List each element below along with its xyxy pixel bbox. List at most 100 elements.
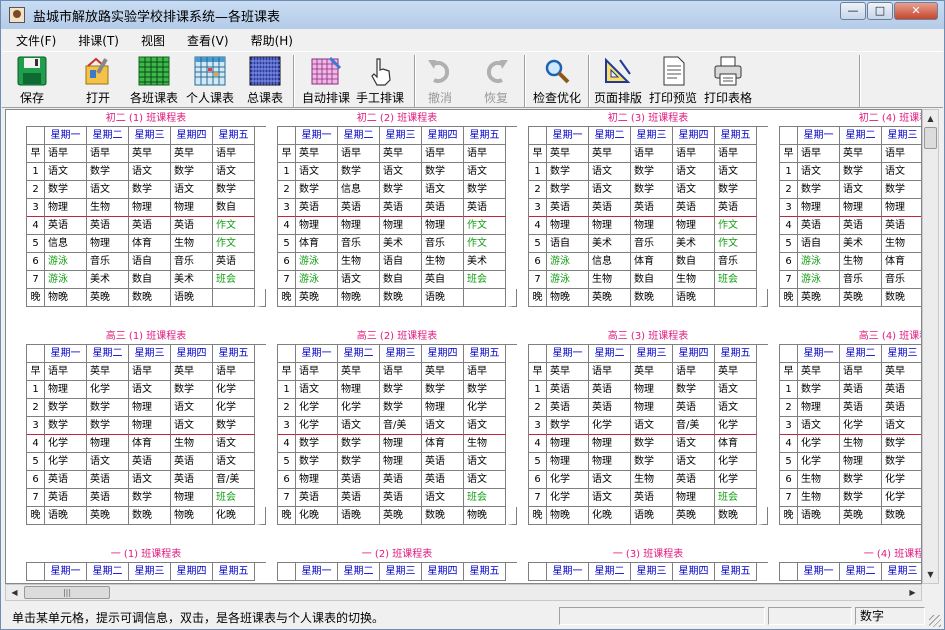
lesson-cell[interactable]: 数学: [87, 163, 129, 181]
lesson-cell[interactable]: 语早: [338, 145, 380, 163]
lesson-cell[interactable]: 物晚: [45, 289, 87, 307]
lesson-cell[interactable]: 语文: [380, 163, 422, 181]
lesson-cell[interactable]: 英语: [882, 399, 921, 417]
lesson-cell[interactable]: 体育: [296, 235, 338, 253]
lesson-cell[interactable]: 物理: [631, 217, 673, 235]
lesson-cell[interactable]: 语文: [589, 471, 631, 489]
lesson-cell[interactable]: 物理: [129, 399, 171, 417]
horizontal-scroll-thumb[interactable]: |||: [24, 586, 110, 599]
lesson-cell[interactable]: 物理: [338, 381, 380, 399]
lesson-cell[interactable]: 数学: [296, 453, 338, 471]
menu-lookup[interactable]: 查看(V): [173, 32, 237, 49]
lesson-cell[interactable]: 物理: [798, 199, 840, 217]
lesson-cell[interactable]: 英语: [840, 399, 882, 417]
lesson-cell[interactable]: 语晚: [338, 507, 380, 525]
lesson-cell[interactable]: 物理: [547, 453, 589, 471]
class-timetable-button[interactable]: 各班课表: [128, 56, 180, 108]
lesson-cell[interactable]: 语文: [338, 417, 380, 435]
lesson-cell[interactable]: 化学: [338, 399, 380, 417]
lesson-cell[interactable]: 英晚: [840, 507, 882, 525]
lesson-cell[interactable]: 英早: [882, 363, 921, 381]
lesson-cell[interactable]: 英语: [129, 217, 171, 235]
lesson-cell[interactable]: 英语: [380, 471, 422, 489]
lesson-cell[interactable]: 英语: [882, 381, 921, 399]
lesson-cell[interactable]: 数学: [840, 163, 882, 181]
lesson-cell[interactable]: 数晚: [715, 507, 757, 525]
lesson-cell[interactable]: 数学: [338, 453, 380, 471]
lesson-cell[interactable]: [213, 289, 255, 307]
lesson-cell[interactable]: 数学: [464, 181, 506, 199]
lesson-cell[interactable]: 数学: [87, 417, 129, 435]
lesson-cell[interactable]: 数自: [673, 253, 715, 271]
lesson-cell[interactable]: 英语: [464, 199, 506, 217]
lesson-cell[interactable]: 生物: [840, 435, 882, 453]
lesson-cell[interactable]: 物理: [296, 217, 338, 235]
lesson-cell[interactable]: 信息: [338, 181, 380, 199]
lesson-cell[interactable]: 数学: [213, 181, 255, 199]
lesson-cell[interactable]: 语文: [464, 453, 506, 471]
lesson-cell[interactable]: 英早: [129, 145, 171, 163]
lesson-cell[interactable]: 英早: [171, 363, 213, 381]
lesson-cell[interactable]: 化学: [589, 417, 631, 435]
lesson-cell[interactable]: 音/美: [213, 471, 255, 489]
scroll-up-icon[interactable]: ▲: [923, 110, 938, 127]
lesson-cell[interactable]: 语早: [589, 363, 631, 381]
lesson-cell[interactable]: 化学: [798, 435, 840, 453]
lesson-cell[interactable]: 语文: [715, 381, 757, 399]
lesson-cell[interactable]: 英语: [547, 381, 589, 399]
lesson-cell[interactable]: 数学: [464, 381, 506, 399]
lesson-cell[interactable]: 英语: [380, 199, 422, 217]
lesson-cell[interactable]: 班会: [715, 271, 757, 289]
lesson-cell[interactable]: 语文: [171, 181, 213, 199]
lesson-cell[interactable]: 化学: [840, 417, 882, 435]
lesson-cell[interactable]: 数自: [213, 199, 255, 217]
lesson-cell[interactable]: 英语: [380, 489, 422, 507]
lesson-cell[interactable]: 音乐: [631, 235, 673, 253]
lesson-cell[interactable]: 语文: [171, 399, 213, 417]
lesson-cell[interactable]: 美术: [464, 253, 506, 271]
lesson-cell[interactable]: 英语: [631, 489, 673, 507]
lesson-cell[interactable]: 语文: [715, 399, 757, 417]
lesson-cell[interactable]: 语早: [840, 363, 882, 381]
lesson-cell[interactable]: [715, 289, 757, 307]
lesson-cell[interactable]: 化学: [45, 453, 87, 471]
lesson-cell[interactable]: 英晚: [87, 507, 129, 525]
lesson-cell[interactable]: 物理: [171, 199, 213, 217]
lesson-cell[interactable]: 数学: [715, 181, 757, 199]
lesson-cell[interactable]: 语文: [213, 453, 255, 471]
lesson-cell[interactable]: 语文: [673, 453, 715, 471]
lesson-cell[interactable]: 音乐: [171, 253, 213, 271]
lesson-cell[interactable]: 数晚: [380, 289, 422, 307]
close-button[interactable]: ✕: [894, 2, 938, 20]
lesson-cell[interactable]: 物理: [798, 399, 840, 417]
lesson-cell[interactable]: 语文: [589, 163, 631, 181]
lesson-cell[interactable]: 语早: [213, 145, 255, 163]
lesson-cell[interactable]: 化学: [715, 453, 757, 471]
lesson-cell[interactable]: 作文: [464, 235, 506, 253]
lesson-cell[interactable]: 英晚: [87, 289, 129, 307]
lesson-cell[interactable]: 数晚: [422, 507, 464, 525]
lesson-cell[interactable]: 英早: [171, 145, 213, 163]
lesson-cell[interactable]: 数学: [380, 381, 422, 399]
lesson-cell[interactable]: 数学: [338, 435, 380, 453]
lesson-cell[interactable]: 物理: [589, 453, 631, 471]
lesson-cell[interactable]: 英早: [87, 363, 129, 381]
lesson-cell[interactable]: 生物: [464, 435, 506, 453]
lesson-cell[interactable]: 物理: [422, 399, 464, 417]
timetable-canvas[interactable]: 初二 (1) 班课程表 星期一 星期二 星期三 星期四 星期五早语早 语早 英早 英早 语早 1 语文…: [5, 109, 922, 584]
lesson-cell[interactable]: 语文: [589, 489, 631, 507]
lesson-cell[interactable]: 语晚: [631, 507, 673, 525]
lesson-cell[interactable]: 英语: [589, 399, 631, 417]
lesson-cell[interactable]: 音乐: [840, 271, 882, 289]
lesson-cell[interactable]: 数晚: [882, 289, 921, 307]
lesson-cell[interactable]: 语文: [422, 417, 464, 435]
lesson-cell[interactable]: 化学: [882, 489, 921, 507]
resize-grip-icon[interactable]: [929, 615, 941, 627]
lesson-cell[interactable]: 数学: [338, 163, 380, 181]
lesson-cell[interactable]: 语文: [422, 181, 464, 199]
lesson-cell[interactable]: 数学: [631, 435, 673, 453]
lesson-cell[interactable]: 英晚: [840, 289, 882, 307]
lesson-cell[interactable]: 作文: [213, 235, 255, 253]
check-optimize-button[interactable]: 检查优化: [530, 56, 584, 108]
lesson-cell[interactable]: 英语: [840, 217, 882, 235]
